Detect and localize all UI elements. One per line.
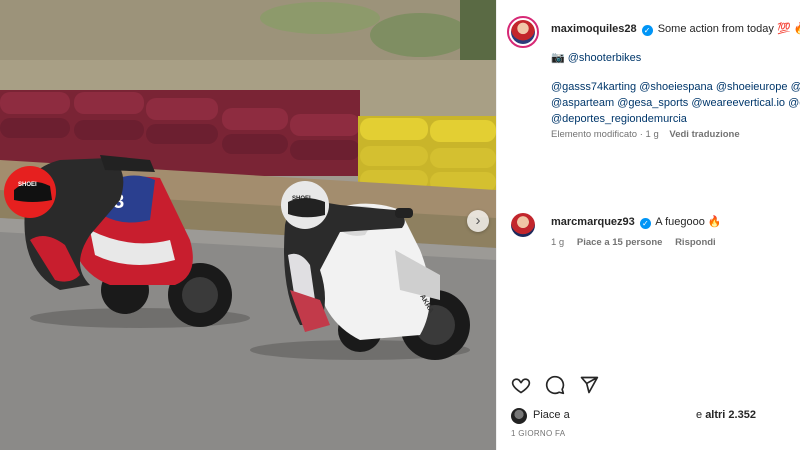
comment-icon[interactable] [545,375,567,397]
comment: marcmarquez93 ✓ A fuegooo 🔥 [551,215,722,229]
post-details-panel: maximoquiles28 ✓ Some action from today … [496,0,800,450]
liker-avatar[interactable] [511,408,527,424]
comment-time: 1 g [551,237,565,248]
likes-tail: e altri 2.352 [696,409,756,421]
post-caption: maximoquiles28 ✓ Some action from today … [551,21,800,127]
comment-username[interactable]: marcmarquez93 [551,216,635,228]
likes-prefix: Piace a [533,409,570,421]
translate-link[interactable]: Vedi traduzione [669,129,739,140]
verified-badge-icon: ✓ [639,218,651,229]
mentions-line-3[interactable]: @deportes_regiondemurcia [551,111,800,127]
reply-button[interactable]: Rispondi [675,237,716,248]
author-avatar[interactable] [507,16,539,48]
edited-time: 1 g [645,129,659,140]
send-icon[interactable] [579,375,601,397]
comment-text: A fuegooo [655,216,705,228]
mentions-line-1[interactable]: @gasss74karting @shoeiespana @shoeieurop… [551,79,800,95]
mentions-line-2[interactable]: @asparteam @gesa_sports @weareevertical.… [551,95,800,111]
comment-likes[interactable]: Piace a 15 persone [577,237,663,248]
likes-count[interactable]: altri 2.352 [705,409,756,421]
post-photo: 93 SHOEI AKRA SHOEI [0,0,496,450]
svg-text:SHOEI: SHOEI [292,196,311,202]
photo-credit-mention[interactable]: @shooterbikes [568,52,642,64]
edited-label: Elemento modificato [551,129,638,140]
caption-text: Some action from today [657,23,774,35]
svg-text:SHOEI: SHOEI [18,182,37,188]
comment-meta: 1 g Piace a 15 persone Rispondi [551,237,716,248]
author-username[interactable]: maximoquiles28 [551,23,637,35]
post-date: 1 GIORNO FA [511,429,566,438]
caption-meta: Elemento modificato · 1 g Vedi traduzion… [551,129,740,140]
camera-icon: 📷 [551,52,565,64]
comment-emoji: 🔥 [707,216,722,228]
race-photo-illustration: 93 SHOEI AKRA SHOEI [0,0,496,450]
likes-middle: e [696,409,703,421]
commenter-avatar[interactable] [511,213,535,237]
caption-first-line: maximoquiles28 ✓ Some action from today … [551,21,800,37]
verified-badge-icon: ✓ [641,25,653,36]
next-photo-button[interactable]: › [467,210,489,232]
caption-emoji: 💯 🔥 [776,23,800,35]
photo-credit-line: 📷 @shooterbikes [551,50,800,66]
chevron-right-icon: › [475,212,481,229]
action-bar [511,375,601,397]
heart-icon[interactable] [511,375,533,397]
